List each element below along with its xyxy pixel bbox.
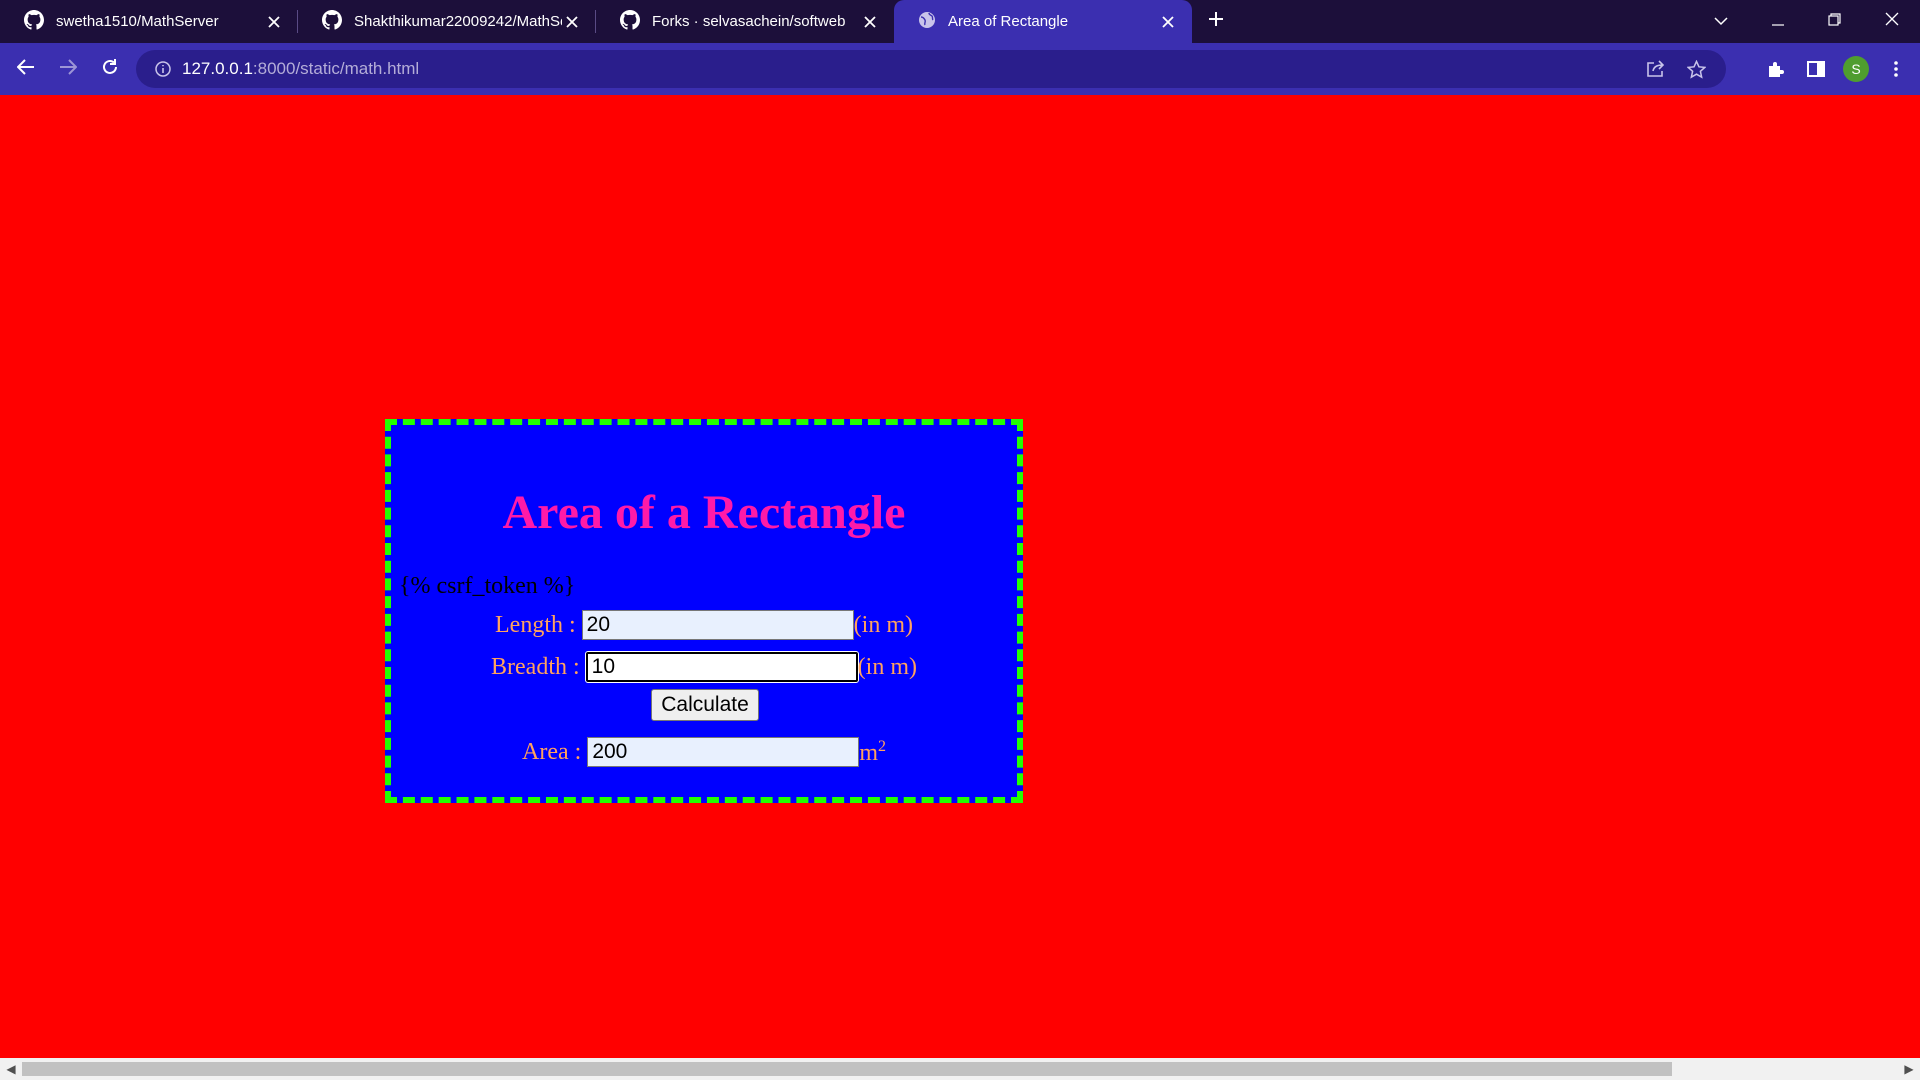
star-icon[interactable] [1676,59,1716,79]
horizontal-scrollbar[interactable]: ◀ ▶ [0,1058,1920,1080]
tab-shakthikumar-mathserver[interactable]: Shakthikumar22009242/MathServer [298,0,596,43]
scroll-right-icon[interactable]: ▶ [1898,1058,1920,1080]
tab-title: Area of Rectangle [948,13,1069,30]
url-path: :8000/static/math.html [252,59,420,78]
minimize-button[interactable] [1749,0,1806,43]
area-unit-exponent: 2 [877,737,886,755]
close-icon[interactable] [264,12,284,32]
reload-icon [101,58,119,81]
calculate-button[interactable]: Calculate [651,689,759,721]
calculator-card: Area of a Rectangle {% csrf_token %} Len… [385,419,1023,803]
close-icon[interactable] [1158,12,1178,32]
tab-title: Shakthikumar22009242/MathServer [354,13,562,30]
forward-button[interactable] [48,49,88,89]
area-unit: m2 [859,738,886,767]
length-label: Length : [495,611,576,638]
page-viewport: Area of a Rectangle {% csrf_token %} Len… [0,95,1920,1058]
reload-button[interactable] [90,49,130,89]
github-icon [322,9,342,34]
plus-icon [1208,11,1224,32]
area-row: Area : m2 [391,737,1017,767]
avatar[interactable]: S [1843,56,1869,82]
side-panel-icon[interactable] [1796,61,1836,77]
area-label: Area : [522,738,582,765]
github-icon [620,9,640,34]
close-icon[interactable] [860,12,880,32]
toolbar-right: S [1756,43,1920,95]
globe-icon [918,11,936,33]
tab-swetha-mathserver[interactable]: swetha1510/MathServer [0,0,298,43]
length-unit: (in m) [853,611,913,638]
minimize-icon [1771,13,1784,31]
close-window-button[interactable] [1863,0,1920,43]
tab-title: swetha1510/MathServer [56,13,219,30]
chevron-down-icon [1713,13,1728,31]
tab-forks-softweb[interactable]: Forks · selvasachein/softweb [596,0,894,43]
info-icon[interactable] [144,61,182,77]
restore-icon [1828,12,1841,31]
address-bar[interactable]: 127.0.0.1:8000/static/math.html [136,50,1726,88]
url-host: 127.0.0.1 [182,59,253,78]
browser-toolbar: 127.0.0.1:8000/static/math.html S [0,43,1920,95]
close-icon [1885,12,1899,31]
breadth-row: Breadth : (in m) [391,651,1017,683]
new-tab-button[interactable] [1192,0,1240,43]
area-unit-base: m [859,739,878,766]
page-title: Area of a Rectangle [502,486,906,539]
extensions-icon[interactable] [1756,60,1796,78]
area-output[interactable] [587,737,860,767]
close-icon[interactable] [562,12,582,32]
share-icon[interactable] [1636,60,1676,78]
scrollbar-thumb[interactable] [22,1062,1672,1076]
tab-title: Forks · selvasachein/softweb [652,13,846,30]
breadth-input[interactable] [584,651,859,683]
back-button[interactable] [6,49,46,89]
scroll-left-icon[interactable]: ◀ [0,1058,22,1080]
window-controls [1692,0,1920,43]
breadth-unit: (in m) [857,653,917,680]
length-input[interactable] [581,610,854,640]
arrow-left-icon [16,58,35,80]
tab-search-button[interactable] [1692,0,1749,43]
breadth-label: Breadth : [491,653,580,680]
menu-dots-icon[interactable] [1876,61,1916,77]
arrow-right-icon [59,58,78,80]
length-row: Length : (in m) [391,610,1017,640]
restore-button[interactable] [1806,0,1863,43]
tab-area-of-rectangle[interactable]: Area of Rectangle [894,0,1192,43]
csrf-token-text: {% csrf_token %} [399,573,576,599]
github-icon [24,9,44,34]
tab-strip: swetha1510/MathServer Shakthikumar220092… [0,0,1920,43]
address-bar-actions [1636,59,1716,79]
